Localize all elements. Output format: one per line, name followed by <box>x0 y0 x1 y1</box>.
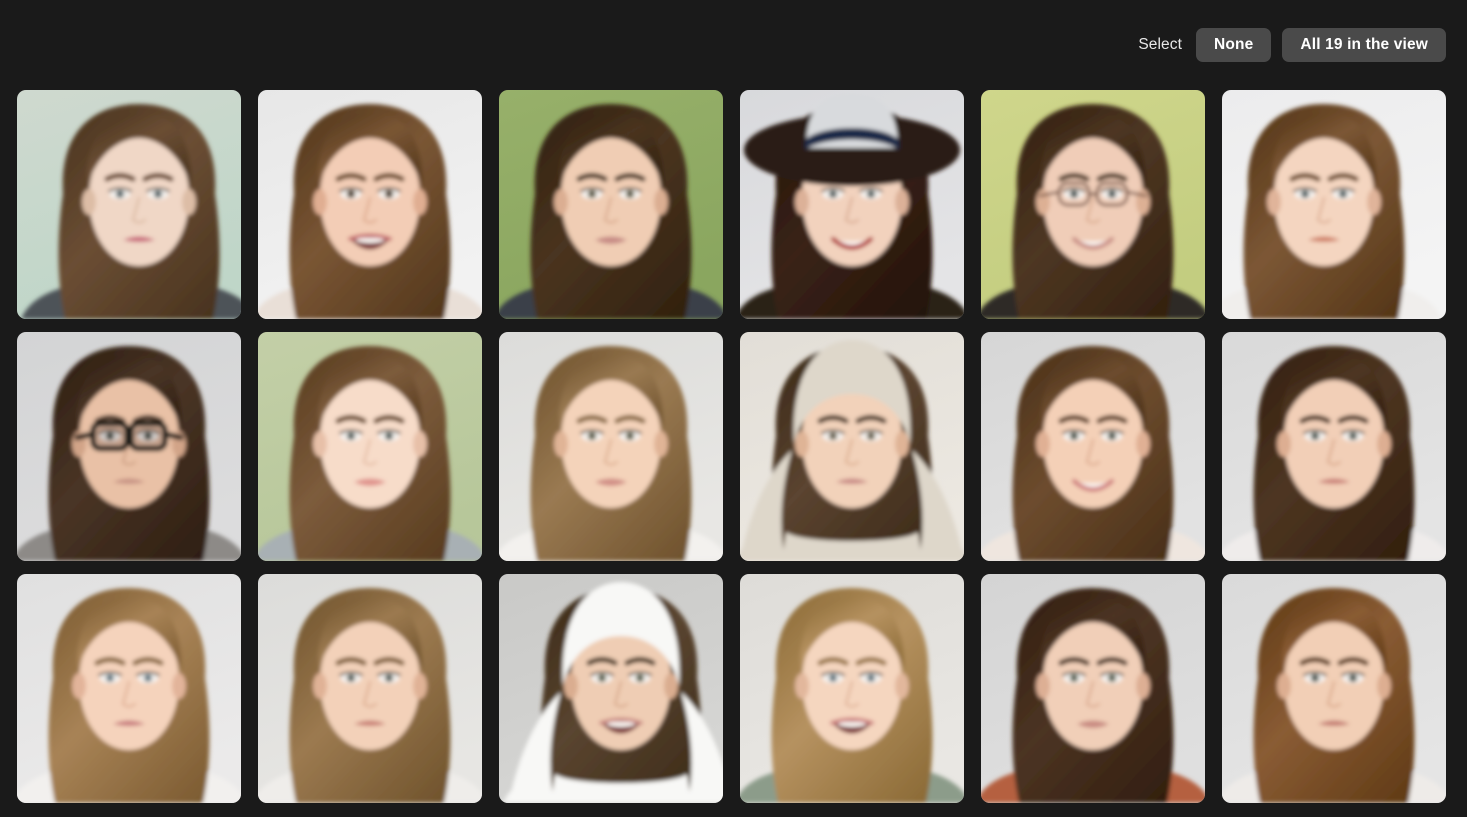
gallery-thumbnail[interactable] <box>1222 574 1446 803</box>
gallery-thumbnail[interactable] <box>740 574 964 803</box>
gallery-thumbnail[interactable] <box>499 332 723 561</box>
gallery-thumbnail[interactable] <box>981 90 1205 319</box>
gallery-thumbnail[interactable] <box>1222 90 1446 319</box>
thumbnail-grid <box>17 90 1446 803</box>
gallery-thumbnail[interactable] <box>499 90 723 319</box>
select-none-button[interactable]: None <box>1196 28 1272 62</box>
gallery-thumbnail[interactable] <box>499 574 723 803</box>
select-label: Select <box>1138 36 1183 53</box>
gallery-thumbnail[interactable] <box>258 332 482 561</box>
gallery-thumbnail[interactable] <box>1222 332 1446 561</box>
gallery-thumbnail[interactable] <box>17 90 241 319</box>
gallery-thumbnail[interactable] <box>740 90 964 319</box>
photo-gallery-app: Select None All 19 in the view <box>0 0 1467 817</box>
gallery-thumbnail[interactable] <box>258 90 482 319</box>
gallery-thumbnail[interactable] <box>981 574 1205 803</box>
gallery-thumbnail[interactable] <box>17 574 241 803</box>
gallery-thumbnail[interactable] <box>258 574 482 803</box>
selection-toolbar: Select None All 19 in the view <box>0 0 1467 90</box>
gallery-thumbnail[interactable] <box>17 332 241 561</box>
gallery-thumbnail[interactable] <box>981 332 1205 561</box>
gallery-thumbnail[interactable] <box>740 332 964 561</box>
select-all-in-view-button[interactable]: All 19 in the view <box>1282 28 1446 62</box>
